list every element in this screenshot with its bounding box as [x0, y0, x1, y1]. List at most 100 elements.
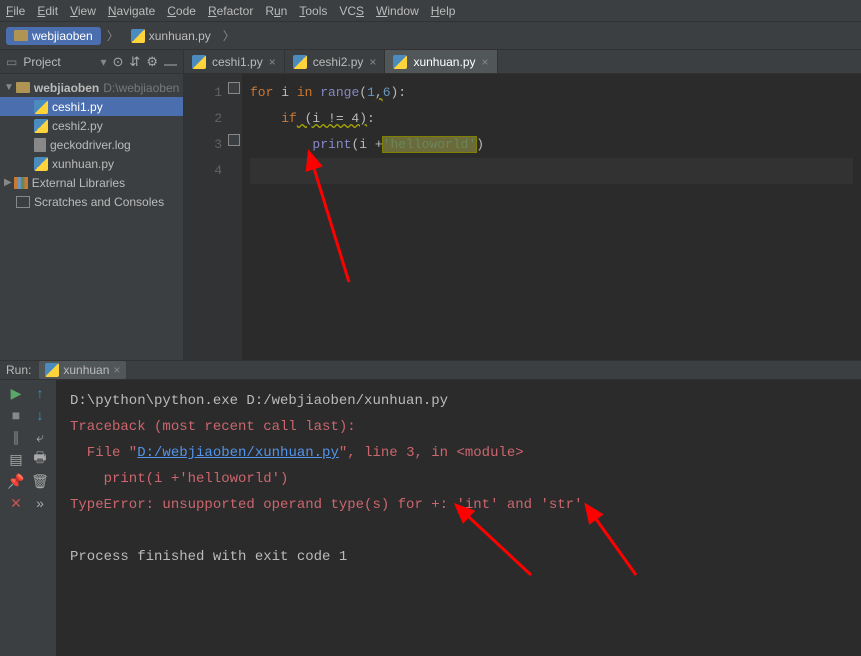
menu-window[interactable]: Window [376, 4, 419, 18]
menu-navigate[interactable]: Navigate [108, 4, 155, 18]
stop-icon[interactable]: ■ [7, 406, 25, 424]
close-icon[interactable]: × [482, 55, 489, 69]
project-panel: ▭ Project ▾ ⊙ ⇵ ⚙ ⎼ ▼ webjiaoben D:\webj… [0, 50, 184, 360]
log-file-icon [34, 138, 46, 152]
layout-icon[interactable]: ▤ [7, 450, 25, 468]
tree-root-label: webjiaoben [34, 81, 99, 95]
editor-tab[interactable]: xunhuan.py × [385, 50, 497, 73]
dropdown-arrow-icon[interactable]: ▾ [100, 55, 106, 69]
python-file-icon [393, 55, 407, 69]
run-tool-window: Run: xunhuan × ▶ ↑ ■ ↓ ∥ ⤶ ▤ 🖶 [0, 360, 861, 633]
trash-icon[interactable]: 🗑 [31, 472, 49, 490]
line-number: 4 [190, 158, 222, 184]
chevron-icon: 〉 [107, 27, 119, 44]
rerun-icon[interactable]: ▶ [7, 384, 25, 402]
collapse-icon[interactable]: ⊙ [113, 54, 124, 70]
console-output[interactable]: D:\python\python.exe D:/webjiaoben/xunhu… [56, 380, 861, 656]
console-line: D:\python\python.exe D:/webjiaoben/xunhu… [70, 393, 448, 409]
python-file-icon [45, 363, 59, 377]
editor-tab[interactable]: ceshi1.py × [184, 50, 285, 73]
breadcrumb-folder[interactable]: webjiaoben [6, 27, 101, 45]
tree-external-libs[interactable]: ▶ External Libraries [0, 173, 183, 192]
python-file-icon [192, 55, 206, 69]
tree-file[interactable]: geckodriver.log [0, 135, 183, 154]
menu-edit[interactable]: Edit [37, 4, 58, 18]
tab-label: xunhuan.py [413, 55, 475, 69]
tree-file[interactable]: xunhuan.py [0, 154, 183, 173]
tree-file-label: geckodriver.log [50, 138, 131, 152]
tree-root-path: D:\webjiaoben [103, 81, 179, 95]
down-icon[interactable]: ↓ [31, 406, 49, 424]
menu-code[interactable]: Code [167, 4, 196, 18]
print-icon[interactable]: 🖶 [31, 450, 49, 468]
project-header: ▭ Project ▾ ⊙ ⇵ ⚙ ⎼ [0, 50, 183, 74]
console-exit: Process finished with exit code 1 [70, 549, 347, 565]
soft-wrap-icon[interactable]: ⤶ [31, 428, 49, 446]
project-icon: ▭ [6, 55, 17, 69]
tab-label: ceshi2.py [313, 55, 364, 69]
menu-file[interactable]: File [6, 4, 25, 18]
console-file-link[interactable]: D:/webjiaoben/xunhuan.py [137, 445, 339, 461]
hide-icon[interactable]: ⎼ [164, 54, 177, 70]
menu-vcs[interactable]: VCS [339, 4, 364, 18]
code-editor[interactable]: 1 2 3 4 for i in range(1,6): if (i != 4)… [184, 74, 861, 360]
pause-icon[interactable]: ∥ [7, 428, 25, 446]
code-content[interactable]: for i in range(1,6): if (i != 4): print(… [242, 74, 861, 360]
breadcrumb-file[interactable]: xunhuan.py [125, 27, 217, 45]
expand-icon[interactable]: » [31, 494, 49, 512]
navigation-bar: webjiaoben 〉 xunhuan.py 〉 [0, 22, 861, 50]
select-opened-icon[interactable]: ⇵ [129, 54, 140, 70]
line-number: 3 [190, 132, 222, 158]
tree-root[interactable]: ▼ webjiaoben D:\webjiaoben [0, 78, 183, 97]
menu-help[interactable]: Help [431, 4, 456, 18]
line-number: 2 [190, 106, 222, 132]
menu-run[interactable]: Run [265, 4, 287, 18]
run-sidebar: ▶ ↑ ■ ↓ ∥ ⤶ ▤ 🖶 📌 🗑 ✕ » [0, 380, 56, 656]
close-icon[interactable]: × [113, 363, 120, 377]
fold-icon[interactable] [228, 134, 240, 146]
run-header: Run: xunhuan × [0, 361, 861, 380]
tree-file-label: ceshi1.py [52, 100, 103, 114]
scratch-icon [16, 196, 30, 208]
tab-label: ceshi1.py [212, 55, 263, 69]
python-file-icon [293, 55, 307, 69]
folder-icon [14, 30, 28, 41]
close-icon[interactable]: ✕ [7, 494, 25, 512]
tree-file-label: ceshi2.py [52, 119, 103, 133]
project-tree[interactable]: ▼ webjiaoben D:\webjiaoben ceshi1.py ces… [0, 74, 183, 360]
console-line: print(i +'helloworld') [70, 471, 288, 487]
python-file-icon [34, 119, 48, 133]
close-icon[interactable]: × [269, 55, 276, 69]
editor-area: ceshi1.py × ceshi2.py × xunhuan.py × 1 2… [184, 50, 861, 360]
project-title: Project [23, 55, 94, 69]
console-error: TypeError: unsupported operand type(s) f… [70, 497, 582, 513]
editor-tabs: ceshi1.py × ceshi2.py × xunhuan.py × [184, 50, 861, 74]
expand-arrow-icon[interactable]: ▼ [4, 82, 14, 93]
menu-refactor[interactable]: Refactor [208, 4, 253, 18]
library-icon [14, 177, 28, 189]
python-file-icon [34, 157, 48, 171]
tree-scratches-label: Scratches and Consoles [34, 195, 164, 209]
tree-file-label: xunhuan.py [52, 157, 114, 171]
run-label: Run: [6, 363, 31, 377]
pin-icon[interactable]: 📌 [7, 472, 25, 490]
tree-file[interactable]: ceshi2.py [0, 116, 183, 135]
breadcrumb-folder-label: webjiaoben [32, 29, 93, 43]
console-traceback: Traceback (most recent call last): [70, 419, 356, 435]
menu-tools[interactable]: Tools [299, 4, 327, 18]
fold-icon[interactable] [228, 82, 240, 94]
expand-arrow-icon[interactable]: ▶ [4, 177, 12, 188]
editor-tab[interactable]: ceshi2.py × [285, 50, 386, 73]
run-tab[interactable]: xunhuan × [39, 361, 126, 379]
tree-scratches[interactable]: Scratches and Consoles [0, 192, 183, 211]
breadcrumb-file-label: xunhuan.py [149, 29, 211, 43]
up-icon[interactable]: ↑ [31, 384, 49, 402]
menubar: File Edit View Navigate Code Refactor Ru… [0, 0, 861, 22]
tree-file[interactable]: ceshi1.py [0, 97, 183, 116]
line-number: 1 [190, 80, 222, 106]
run-tab-label: xunhuan [63, 363, 109, 377]
close-icon[interactable]: × [369, 55, 376, 69]
python-file-icon [34, 100, 48, 114]
menu-view[interactable]: View [70, 4, 96, 18]
settings-icon[interactable]: ⚙ [146, 54, 158, 70]
